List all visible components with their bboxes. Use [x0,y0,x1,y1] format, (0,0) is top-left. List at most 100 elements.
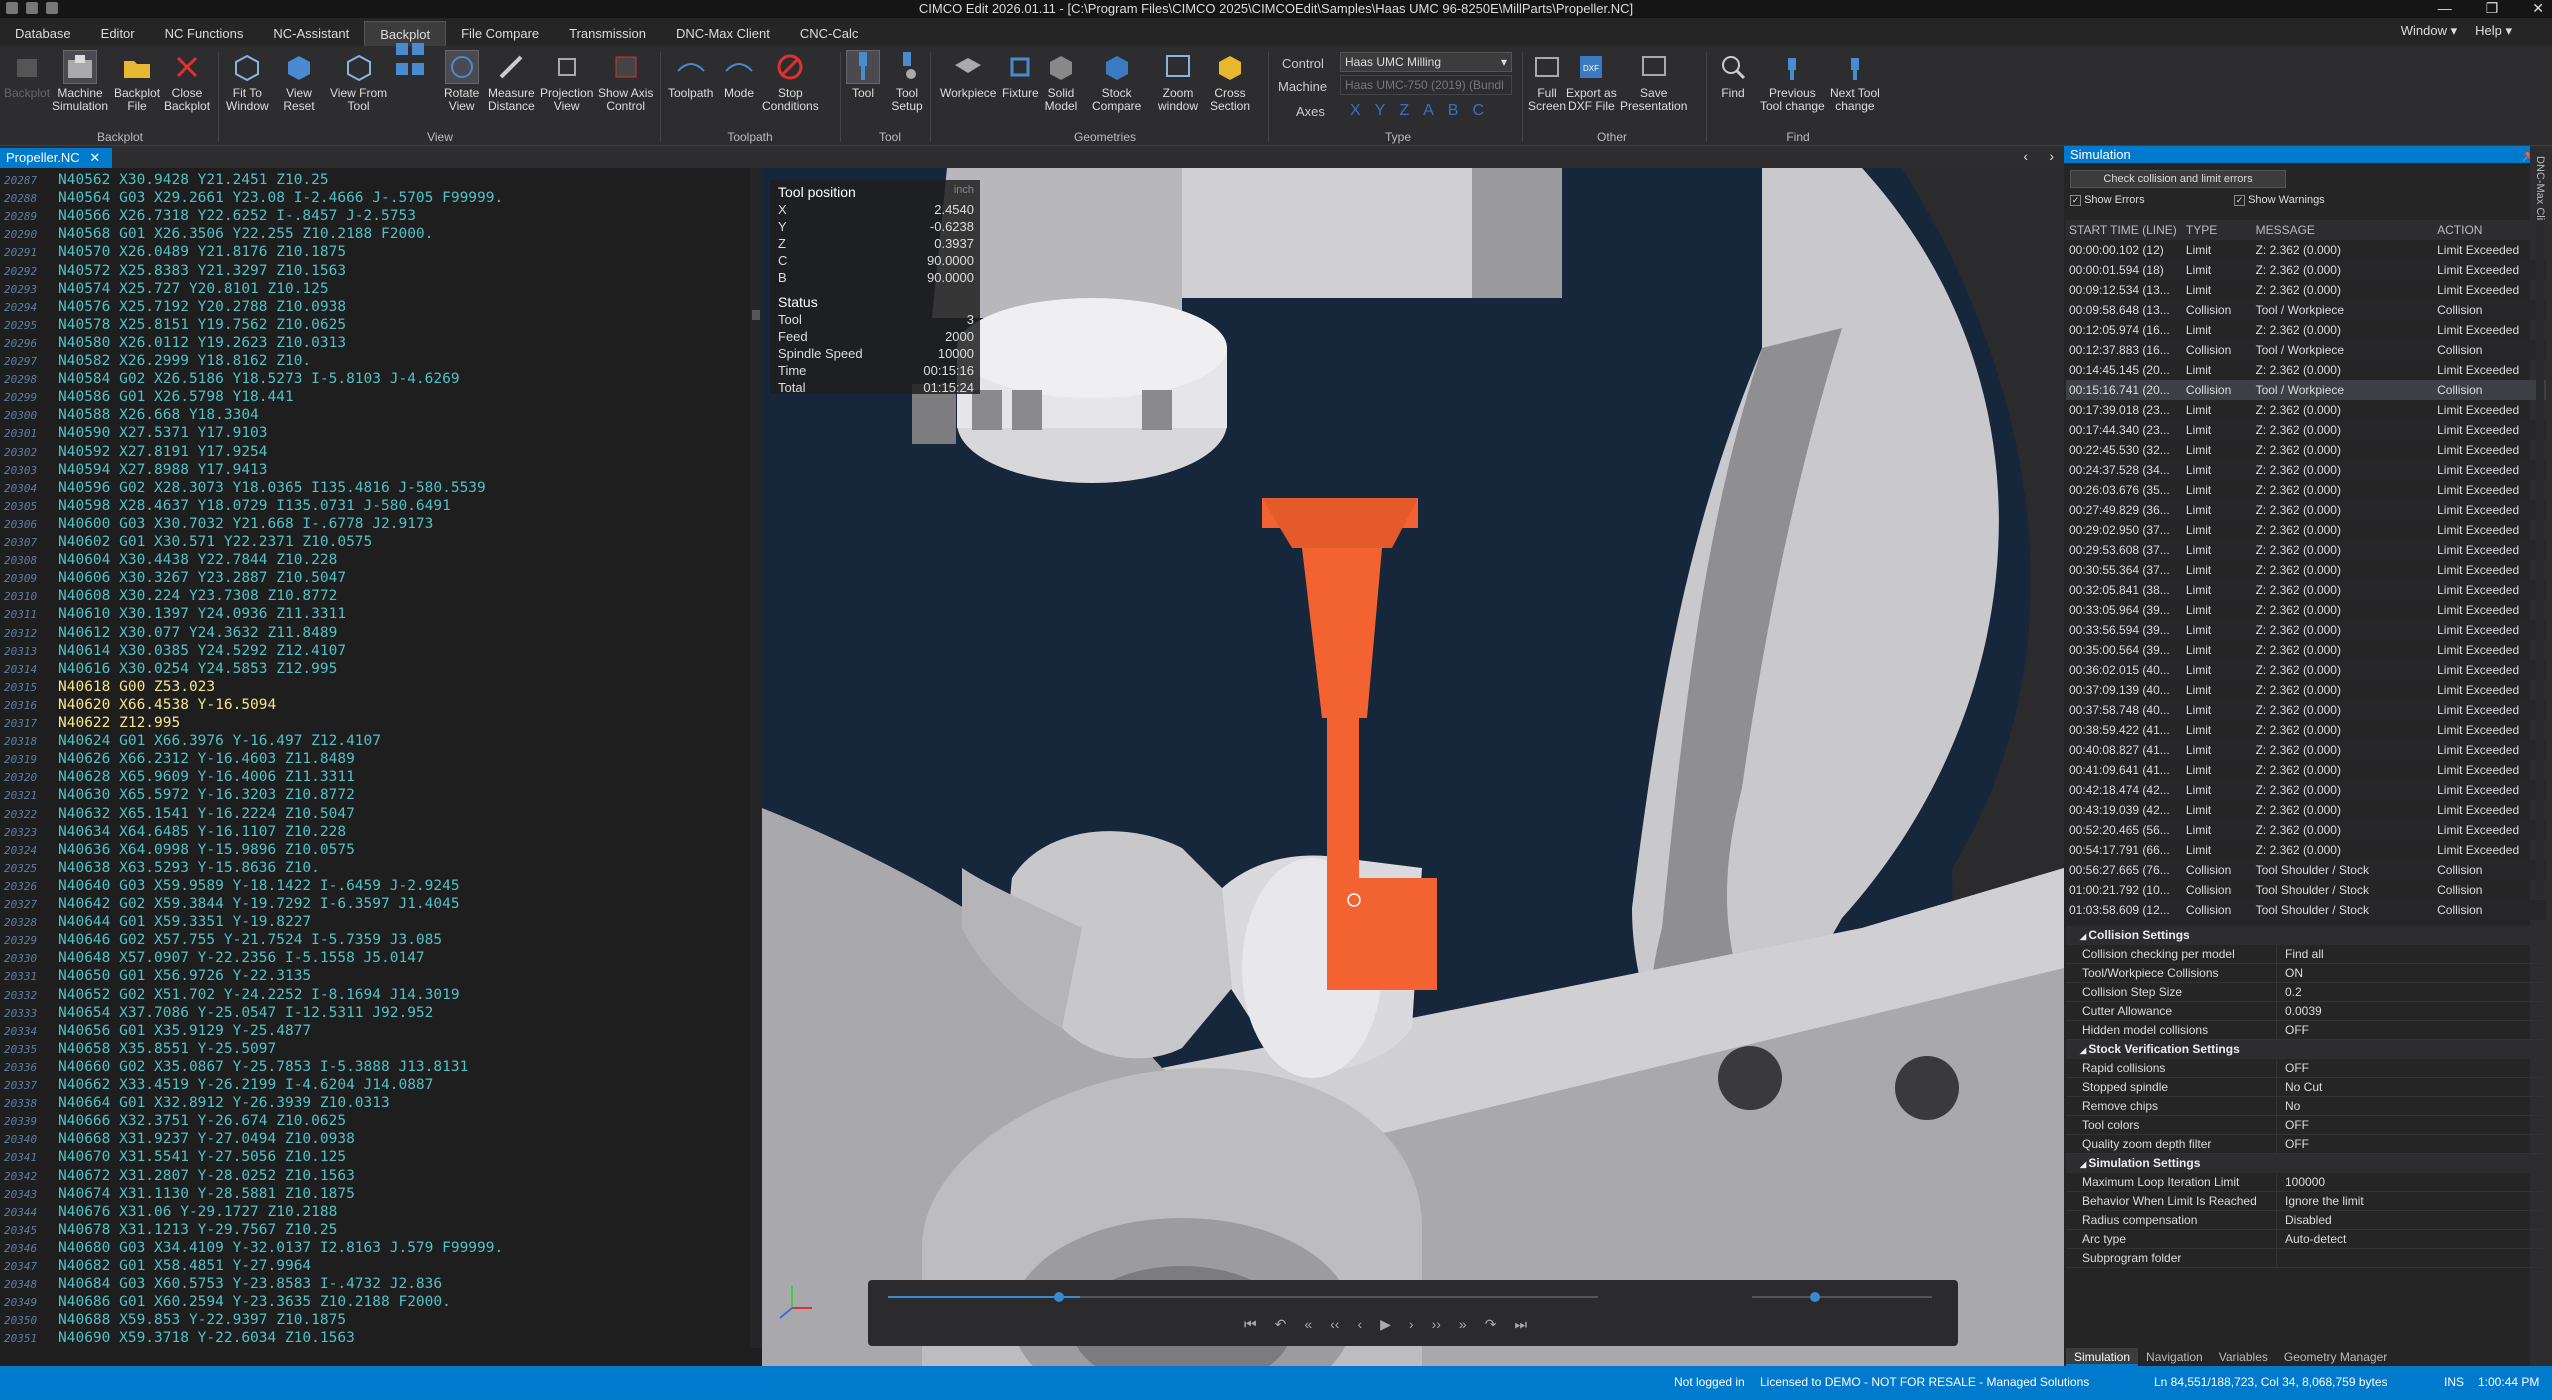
code-line[interactable]: N40674 X31.1130 Y-28.5881 Z10.1875 [58,1186,355,1202]
error-row[interactable]: 00:17:39.018 (23... Limit Z: 2.362 (0.000)… [2066,400,2546,420]
rewind-icon[interactable]: « [1304,1316,1312,1333]
tab-nc-functions[interactable]: NC Functions [150,21,259,46]
save-presentation-button[interactable]: Save Presentation [1620,50,1687,113]
view-from-tool-button[interactable]: View From Tool [330,50,387,113]
code-line[interactable]: N40650 G01 X56.9726 Y-22.3135 [58,968,311,984]
fit-to-window-button[interactable]: Fit To Window [226,50,269,113]
col-action[interactable]: ACTION [2434,220,2546,240]
tab-transmission[interactable]: Transmission [554,21,661,46]
setting-value[interactable]: 0.0039 [2276,1002,2542,1020]
error-row[interactable]: 00:33:56.594 (39... Limit Z: 2.362 (0.000)… [2066,620,2546,640]
code-line[interactable]: N40594 X27.8988 Y17.9413 [58,462,268,478]
error-row[interactable]: 00:27:49.829 (36... Limit Z: 2.362 (0.000)… [2066,500,2546,520]
export-dxf-button[interactable]: DXF Export as DXF File [1566,50,1617,113]
settings-section-header[interactable]: ◢ Stock Verification Settings [2066,1040,2542,1059]
code-line[interactable]: N40640 G03 X59.9589 Y-18.1422 I-.6459 J-… [58,878,460,894]
progress-handle[interactable] [1054,1292,1064,1302]
setting-value[interactable]: Ignore the limit [2276,1192,2542,1210]
code-line[interactable]: N40662 X33.4519 Y-26.2199 I-4.6204 J14.0… [58,1077,433,1093]
setting-row[interactable]: Rapid collisions OFF [2066,1059,2542,1078]
error-row[interactable]: 00:29:53.608 (37... Limit Z: 2.362 (0.000)… [2066,540,2546,560]
error-row[interactable]: 00:32:05.841 (38... Limit Z: 2.362 (0.000)… [2066,580,2546,600]
close-icon[interactable]: ✕ [89,150,100,165]
error-row[interactable]: 00:17:44.340 (23... Limit Z: 2.362 (0.000)… [2066,420,2546,440]
code-line[interactable]: N40644 G01 X59.3351 Y-19.8227 [58,914,311,930]
scrollbar-thumb[interactable] [752,310,760,320]
code-line[interactable]: N40638 X63.5293 Y-15.8636 Z10. [58,860,320,876]
tab-cnc-calc[interactable]: CNC-Calc [785,21,874,46]
code-line[interactable]: N40642 G02 X59.3844 Y-19.7292 I-6.3597 J… [58,896,460,912]
col-message[interactable]: MESSAGE [2252,220,2435,240]
code-line[interactable]: N40578 X25.8151 Y19.7562 Z10.0625 [58,317,346,333]
check-collision-button[interactable]: Check collision and limit errors [2070,170,2286,188]
setting-value[interactable]: No [2276,1097,2542,1115]
prev-icon[interactable]: ‹‹ [1330,1316,1339,1333]
error-row[interactable]: 00:54:17.791 (66... Limit Z: 2.362 (0.000)… [2066,840,2546,860]
code-line[interactable]: N40690 X59.3718 Y-22.6034 Z10.1563 [58,1330,355,1346]
find-button[interactable]: Find [1716,50,1750,100]
axis-b[interactable]: B [1448,102,1459,120]
solid-model-button[interactable]: Solid Model [1044,50,1078,113]
col-type[interactable]: TYPE [2182,220,2253,240]
code-line[interactable]: N40602 G01 X30.571 Y22.2371 Z10.0575 [58,534,372,550]
setting-value[interactable]: No Cut [2276,1078,2542,1096]
code-line[interactable]: N40656 G01 X35.9129 Y-25.4877 [58,1023,311,1039]
error-row[interactable]: 00:33:05.964 (39... Limit Z: 2.362 (0.000)… [2066,600,2546,620]
code-line[interactable]: N40686 G01 X60.2594 Y-23.3635 Z10.2188 F… [58,1294,451,1310]
code-line[interactable]: N40628 X65.9609 Y-16.4006 Z11.3311 [58,769,355,785]
setting-row[interactable]: Cutter Allowance 0.0039 [2066,1002,2542,1021]
maximize-button[interactable]: ❐ [2486,0,2499,17]
error-row[interactable]: 00:36:02.015 (40... Limit Z: 2.362 (0.000)… [2066,660,2546,680]
close-button[interactable]: ✕ [2532,0,2544,17]
setting-value[interactable]: 100000 [2276,1173,2542,1191]
backplot-button[interactable]: Backplot [4,50,50,100]
code-line[interactable]: N40632 X65.1541 Y-16.2224 Z10.5047 [58,806,355,822]
error-row[interactable]: 01:03:58.609 (12... Collision Tool Shoulde… [2066,900,2546,920]
tab-variables[interactable]: Variables [2211,1348,2276,1366]
step-forward-icon[interactable]: ↷ [1485,1316,1497,1333]
code-line[interactable]: N40688 X59.853 Y-22.9397 Z10.1875 [58,1312,346,1328]
setting-row[interactable]: Behavior When Limit Is Reached Ignore the… [2066,1192,2542,1211]
error-row[interactable]: 00:56:27.665 (76... Collision Tool Shoulde… [2066,860,2546,880]
cross-section-button[interactable]: Cross Section [1210,50,1250,113]
machine-dropdown[interactable]: Haas UMC-750 (2019) (Bundl [1340,75,1512,95]
error-row[interactable]: 00:22:45.530 (32... Limit Z: 2.362 (0.000)… [2066,440,2546,460]
previous-tool-change-button[interactable]: Previous Tool change [1760,50,1825,113]
tab-navigation[interactable]: Navigation [2138,1348,2211,1366]
tab-database[interactable]: Database [0,21,86,46]
code-line[interactable]: N40608 X30.224 Y23.7308 Z10.8772 [58,588,337,604]
code-line[interactable]: N40678 X31.1213 Y-29.7567 Z10.25 [58,1222,337,1238]
error-row[interactable]: 00:09:12.534 (13... Limit Z: 2.362 (0.000)… [2066,280,2546,300]
editor-scrollbar[interactable] [750,168,762,1348]
machine-simulation-button[interactable]: Machine Simulation [52,50,108,113]
code-line[interactable]: N40618 G00 Z53.023 [58,679,215,695]
setting-row[interactable]: Hidden model collisions OFF [2066,1021,2542,1040]
view-reset-button[interactable]: View Reset [282,50,316,113]
code-line[interactable]: N40570 X26.0489 Y21.8176 Z10.1875 [58,244,346,260]
error-row[interactable]: 00:09:58.648 (13... Collision Tool / Workp… [2066,300,2546,320]
chevron-right-icon[interactable]: › [2049,148,2054,164]
tab-nc-assistant[interactable]: NC-Assistant [258,21,364,46]
error-row[interactable]: 00:12:37.883 (16... Collision Tool / Workp… [2066,340,2546,360]
toolpath-button[interactable]: Toolpath [668,50,713,100]
code-line[interactable]: N40672 X31.2807 Y-28.0252 Z10.1563 [58,1168,355,1184]
control-dropdown[interactable]: Haas UMC Milling ▾ [1340,52,1512,72]
code-line[interactable]: N40598 X28.4637 Y18.0729 I135.0731 J-580… [58,498,451,514]
code-line[interactable]: N40604 X30.4438 Y22.7844 Z10.228 [58,552,337,568]
setting-row[interactable]: Subprogram folder [2066,1249,2542,1268]
col-start-time[interactable]: START TIME (LINE) [2066,220,2183,240]
code-line[interactable]: N40592 X27.8191 Y17.9254 [58,444,268,460]
code-line[interactable]: N40630 X65.5972 Y-16.3203 Z10.8772 [58,787,355,803]
stop-conditions-button[interactable]: Stop Conditions [762,50,819,113]
save-icon[interactable] [26,2,38,14]
help-menu[interactable]: Help ▾ [2475,23,2512,39]
setting-row[interactable]: Maximum Loop Iteration Limit 100000 [2066,1173,2542,1192]
code-line[interactable]: N40668 X31.9237 Y-27.0494 Z10.0938 [58,1131,355,1147]
speed-track[interactable] [1752,1296,1932,1298]
skip-start-icon[interactable]: ⏮ [1244,1316,1257,1333]
code-line[interactable]: N40676 X31.06 Y-29.1727 Z10.2188 [58,1204,337,1220]
setting-value[interactable]: OFF [2276,1059,2542,1077]
file-tab[interactable]: Propeller.NC ✕ [0,148,112,168]
error-row[interactable]: 00:43:19.039 (42... Limit Z: 2.362 (0.000)… [2066,800,2546,820]
error-row[interactable]: 00:40:08.827 (41... Limit Z: 2.362 (0.000)… [2066,740,2546,760]
